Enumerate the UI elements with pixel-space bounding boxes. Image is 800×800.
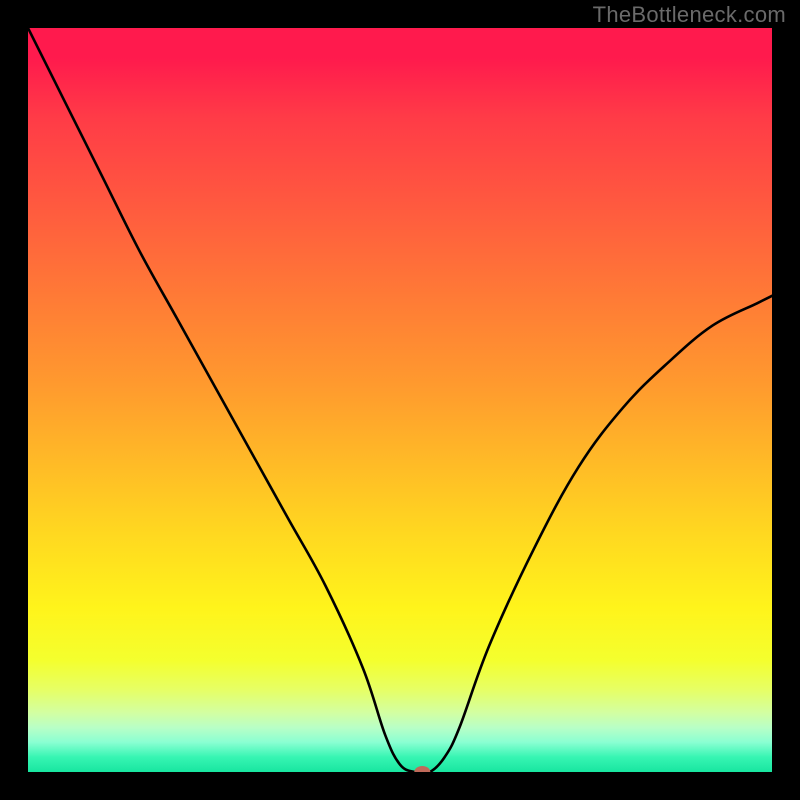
bottleneck-curve bbox=[28, 28, 772, 772]
minimum-marker bbox=[414, 766, 430, 772]
chart-frame: TheBottleneck.com bbox=[0, 0, 800, 800]
chart-svg bbox=[28, 28, 772, 772]
plot-area bbox=[28, 28, 772, 772]
watermark-label: TheBottleneck.com bbox=[593, 2, 786, 28]
